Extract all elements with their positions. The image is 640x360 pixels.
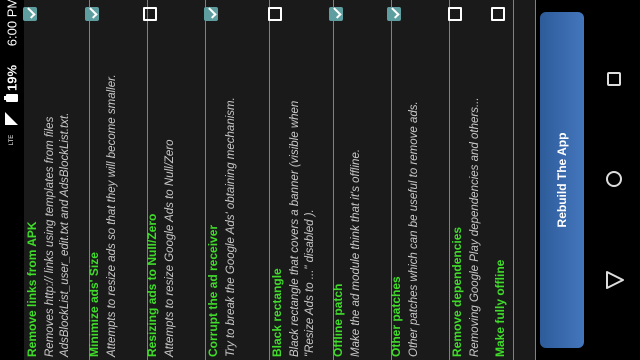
option-item[interactable]: Black rectangle Black rectangle that cove…	[267, 0, 334, 360]
option-description: Removes http:// links using templates fr…	[43, 112, 71, 357]
option-description: Make the ad module think that it's offli…	[349, 148, 362, 357]
network-type: LTE	[9, 134, 15, 146]
option-title: Black rectangle	[269, 268, 284, 357]
checkbox-checked-icon[interactable]	[386, 7, 401, 21]
option-title: Offline patch	[330, 283, 345, 357]
option-item[interactable]: Resizing ads to Null/Zero Attempts to res…	[142, 0, 209, 360]
status-bar: 6:00 PM 19% LTE	[0, 0, 24, 360]
checkbox-unchecked-icon[interactable]	[267, 7, 282, 21]
option-title: Corrupt the ad receiver	[205, 224, 220, 357]
option-title: Resizing ads to Null/Zero	[144, 213, 159, 357]
option-item[interactable]: Remove links from APK Removes http:// lin…	[22, 0, 90, 360]
recent-apps-icon	[607, 72, 621, 86]
option-item[interactable]: Offline patch Make the ad module think th…	[328, 0, 395, 360]
home-button[interactable]	[588, 156, 640, 204]
option-description: Removing Google Play dependencies and ot…	[468, 97, 481, 357]
option-item[interactable]: Corrupt the ad receiver Try to break the …	[203, 0, 270, 360]
checkbox-checked-icon[interactable]	[203, 7, 218, 21]
options-list[interactable]: Remove links from APK Removes http:// lin…	[22, 0, 536, 360]
checkbox-checked-icon[interactable]	[22, 7, 37, 21]
option-content: Remove links from APK Removes http:// lin…	[22, 3, 89, 357]
option-content: Resizing ads to Null/Zero Attempts to res…	[142, 3, 209, 357]
checkbox-unchecked-icon[interactable]	[490, 7, 505, 21]
signal-icon	[5, 112, 18, 125]
option-title: Minimize ads' Size	[86, 252, 101, 357]
home-icon	[606, 171, 622, 187]
option-item[interactable]: Make fully offline	[490, 0, 536, 360]
option-content: Other patches Other patches which can be …	[386, 3, 453, 357]
option-description: Other patches which can be useful to rem…	[407, 101, 420, 357]
option-description: Attempts to resize ads so that they will…	[105, 74, 118, 357]
navigation-bar	[588, 0, 640, 360]
option-content: Minimize ads' Size Attempts to resize ads…	[84, 3, 151, 357]
option-content: Black rectangle Black rectangle that cove…	[267, 3, 334, 357]
battery-percent: 19%	[4, 64, 20, 92]
checkbox-unchecked-icon[interactable]	[447, 7, 462, 21]
screen: 6:00 PM 19% LTE Remove links from APK Rem…	[0, 0, 640, 360]
option-title: Other patches	[388, 276, 403, 357]
checkbox-checked-icon[interactable]	[328, 7, 343, 21]
option-content: Corrupt the ad receiver Try to break the …	[203, 3, 270, 357]
option-title: Make fully offline	[492, 259, 507, 357]
status-time: 6:00 PM	[4, 0, 20, 47]
option-description: Attempts to resize Google Ads to Null/Ze…	[163, 139, 176, 357]
checkbox-unchecked-icon[interactable]	[142, 7, 157, 21]
recent-apps-button[interactable]	[588, 56, 640, 104]
rebuild-app-button[interactable]: Rebuild The App	[540, 12, 584, 348]
battery-icon	[4, 94, 18, 102]
rebuild-app-label: Rebuild The App	[555, 132, 569, 228]
back-button[interactable]	[588, 256, 640, 304]
option-description: Black rectangle that covers a banner (vi…	[288, 100, 316, 357]
checkbox-checked-icon[interactable]	[84, 7, 99, 21]
option-item[interactable]: Minimize ads' Size Attempts to resize ads…	[84, 0, 151, 360]
option-description: Try to break the Google Ads' obtaining m…	[224, 97, 237, 357]
back-icon	[606, 271, 624, 289]
option-title: Remove dependencies	[449, 226, 464, 357]
option-item[interactable]: Other patches Other patches which can be …	[386, 0, 453, 360]
option-title: Remove links from APK	[24, 221, 39, 357]
option-content: Offline patch Make the ad module think th…	[328, 3, 395, 357]
